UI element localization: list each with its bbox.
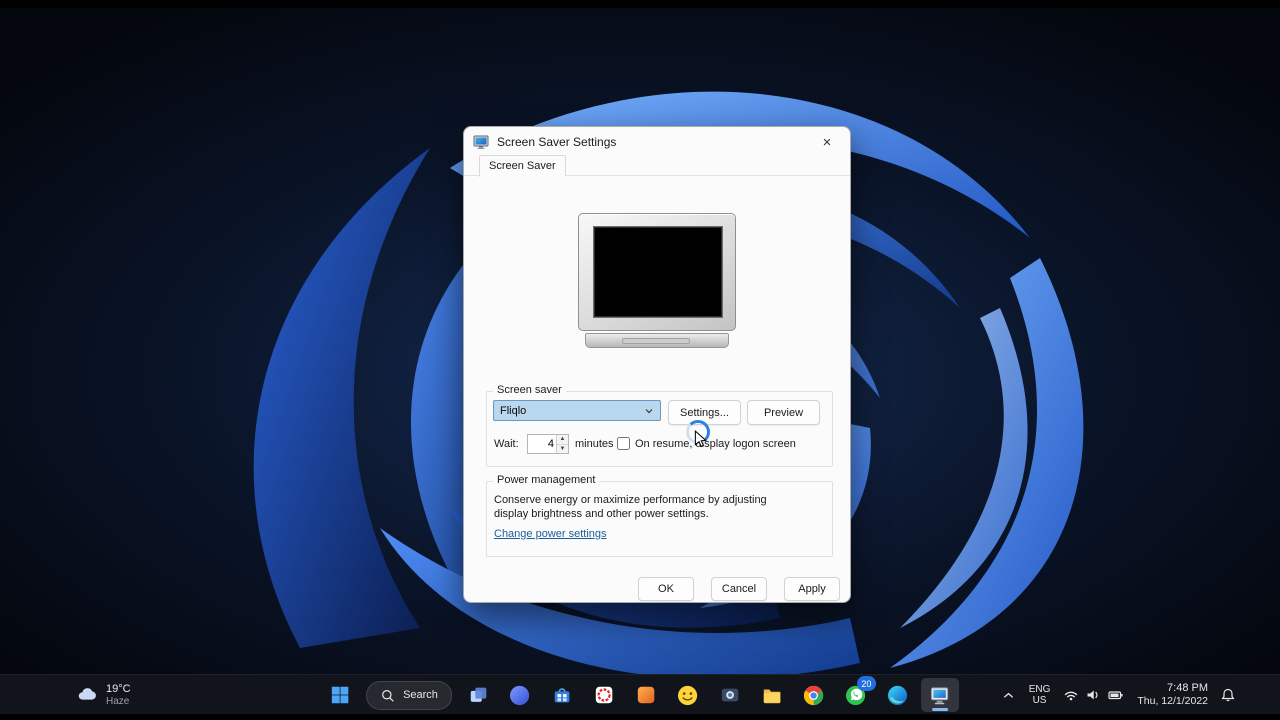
spinner-down-icon[interactable]: ▼: [557, 444, 568, 453]
taskbar: 19°C Haze Search 20 ENG US 7:48 PM Thu, …: [0, 674, 1280, 714]
monitor-base-notch: [622, 338, 690, 344]
clock[interactable]: 7:48 PM Thu, 12/1/2022: [1137, 682, 1208, 708]
screen-saver-settings-window: Screen Saver Settings × Screen Saver Scr…: [463, 126, 851, 603]
monitor-frame: [578, 213, 736, 331]
letterbox-top: [0, 0, 1280, 8]
weather-condition: Haze: [106, 695, 130, 707]
windows-logo-icon: [331, 686, 349, 704]
screen-saver-group: Screen saver Fliqlo Settings... Preview …: [486, 384, 833, 467]
blue-app-icon: [510, 685, 530, 705]
whatsapp-badge: 20: [856, 676, 876, 691]
tab-screen-saver[interactable]: Screen Saver: [479, 155, 566, 177]
spinner-up-icon[interactable]: ▲: [557, 435, 568, 445]
window-title: Screen Saver Settings: [497, 135, 617, 149]
wait-minutes-input[interactable]: [528, 435, 556, 453]
system-tray: ENG US 7:48 PM Thu, 12/1/2022: [1001, 675, 1208, 715]
wait-label: Wait:: [494, 438, 519, 450]
monitor-base: [585, 333, 729, 348]
file-explorer-icon: [763, 689, 781, 704]
orange-app-button[interactable]: [627, 678, 665, 712]
ok-button[interactable]: OK: [638, 577, 694, 601]
screen-saver-group-label: Screen saver: [493, 384, 566, 396]
titlebar[interactable]: Screen Saver Settings: [464, 127, 850, 157]
emoji-app-button[interactable]: [669, 678, 707, 712]
power-description-line2: display brightness and other power setti…: [494, 508, 709, 520]
camera-app-button[interactable]: [711, 678, 749, 712]
weather-widget[interactable]: 19°C Haze: [76, 675, 131, 715]
task-view-button[interactable]: [459, 678, 497, 712]
microsoft-store-icon: [554, 688, 570, 703]
wifi-icon: [1065, 691, 1078, 701]
weather-temperature: 19°C: [106, 682, 131, 695]
hidden-icons-chevron-icon[interactable]: [1001, 688, 1016, 703]
notification-area[interactable]: [1220, 675, 1236, 715]
cancel-button[interactable]: Cancel: [711, 577, 767, 601]
close-icon: ×: [822, 134, 832, 151]
chrome-button[interactable]: [795, 678, 833, 712]
monitor-screen: [593, 226, 723, 318]
language-line2: US: [1032, 695, 1047, 706]
microsoft-store-button[interactable]: [543, 678, 581, 712]
task-view-icon: [470, 687, 487, 702]
emoji-app-icon: [678, 685, 698, 705]
wait-minutes-spinner[interactable]: ▲ ▼: [527, 434, 569, 454]
screen-saver-settings-icon: [931, 686, 949, 704]
screensaver-dropdown[interactable]: Fliqlo: [493, 400, 661, 421]
screensaver-preview-monitor: [578, 213, 736, 361]
search-box[interactable]: Search: [366, 680, 452, 710]
file-explorer-button[interactable]: [753, 678, 791, 712]
mouse-cursor: [694, 430, 707, 448]
window-app-icon: [473, 135, 489, 149]
search-label: Search: [403, 689, 438, 701]
search-icon: [382, 689, 394, 702]
apply-button[interactable]: Apply: [784, 577, 840, 601]
red-app-button[interactable]: [585, 678, 623, 712]
weather-cloud-icon: [78, 688, 96, 700]
on-resume-checkbox[interactable]: [617, 437, 630, 450]
start-button[interactable]: [321, 678, 359, 712]
whatsapp-button[interactable]: 20: [837, 676, 876, 712]
blue-app-button[interactable]: [501, 678, 539, 712]
camera-app-icon: [721, 688, 739, 702]
volume-icon: [1087, 690, 1098, 700]
power-description-line1: Conserve energy or maximize performance …: [494, 494, 767, 506]
screensaver-dropdown-value: Fliqlo: [500, 404, 527, 417]
close-button[interactable]: ×: [812, 131, 842, 154]
preview-button[interactable]: Preview: [747, 400, 820, 425]
power-management-group: Power management Conserve energy or maxi…: [486, 474, 833, 557]
red-app-icon: [595, 686, 613, 704]
status-icon-cluster[interactable]: [1063, 687, 1124, 703]
clock-date: Thu, 12/1/2022: [1137, 695, 1208, 707]
chrome-icon: [804, 685, 824, 705]
taskbar-center: Search 20: [321, 675, 959, 715]
letterbox-bottom: [0, 714, 1280, 720]
minutes-label: minutes: [575, 438, 614, 450]
chevron-down-icon: [645, 408, 653, 413]
edge-icon: [888, 685, 908, 705]
screen: Screen Saver Settings × Screen Saver Scr…: [0, 0, 1280, 720]
power-management-group-label: Power management: [493, 474, 600, 486]
on-resume-label: On resume, display logon screen: [635, 438, 796, 450]
spinner-arrows: ▲ ▼: [556, 435, 568, 453]
battery-icon: [1108, 691, 1123, 700]
orange-app-icon: [637, 686, 655, 704]
notification-bell-icon: [1221, 688, 1235, 702]
language-indicator[interactable]: ENG US: [1029, 684, 1051, 706]
weather-text: 19°C Haze: [106, 683, 131, 708]
screen-saver-settings-taskbar-button[interactable]: [920, 678, 959, 712]
clock-time: 7:48 PM: [1167, 682, 1208, 694]
edge-button[interactable]: [879, 678, 917, 712]
language-line1: ENG: [1028, 684, 1051, 695]
change-power-settings-link[interactable]: Change power settings: [494, 528, 607, 540]
